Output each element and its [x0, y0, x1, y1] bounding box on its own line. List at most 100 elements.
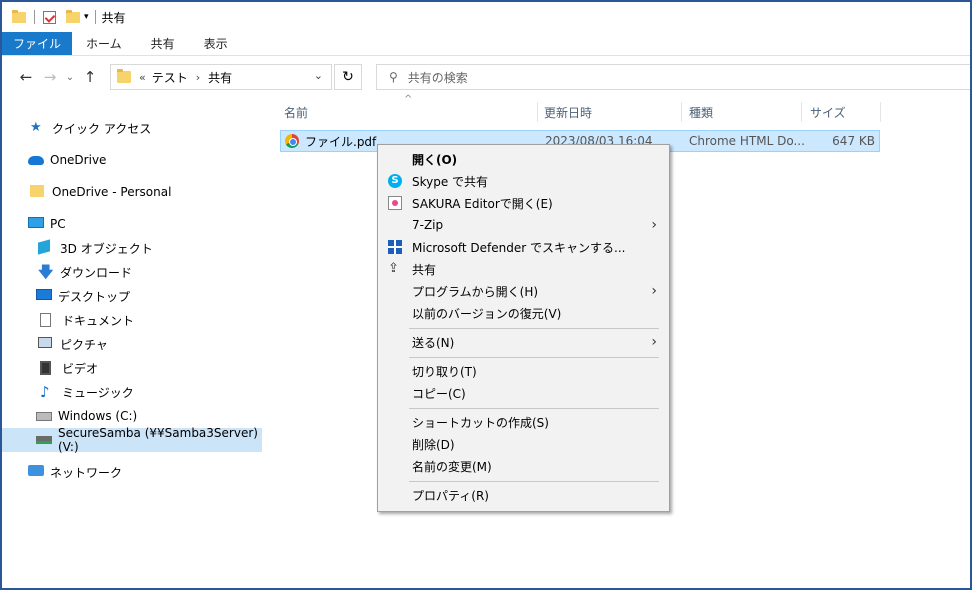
- menu-item-skype-share[interactable]: S Skype で共有: [378, 170, 669, 192]
- menu-item-label: 名前の変更(M): [412, 459, 492, 474]
- menu-item-rename[interactable]: 名前の変更(M): [378, 455, 669, 477]
- cloud-icon: [28, 156, 44, 165]
- properties-check-icon[interactable]: [43, 10, 56, 24]
- sidebar-item-downloads[interactable]: 🡇 ダウンロード: [2, 260, 262, 284]
- menu-item-label: 削除(D): [412, 437, 455, 452]
- ribbon-tabs: ファイル ホーム 共有 表示: [2, 32, 970, 56]
- video-icon: [40, 361, 51, 375]
- menu-item-label: 開く(O): [412, 152, 458, 167]
- menu-item-sakura-editor[interactable]: SAKURA Editorで開く(E): [378, 192, 669, 214]
- address-dropdown-icon[interactable]: ⌄: [314, 69, 323, 82]
- sidebar-item-3d-objects[interactable]: 3D オブジェクト: [2, 236, 262, 260]
- menu-item-label: プログラムから開く(H): [412, 284, 539, 299]
- tab-file[interactable]: ファイル: [2, 32, 73, 55]
- menu-item-7zip[interactable]: 7-Zip ›: [378, 214, 669, 236]
- tab-view[interactable]: 表示: [188, 32, 241, 55]
- breadcrumb-item-share[interactable]: 共有: [208, 69, 232, 86]
- menu-item-create-shortcut[interactable]: ショートカットの作成(S): [378, 411, 669, 433]
- submenu-arrow-icon: ›: [651, 283, 657, 299]
- quick-access-dropdown-icon[interactable]: ▾: [84, 12, 89, 22]
- menu-separator: [409, 328, 659, 329]
- explorer-window: ▾ 共有 ファイル ホーム 共有 表示 ← → ⌄ ↑ « テスト › 共有 ⌄…: [0, 0, 972, 590]
- tab-share[interactable]: 共有: [135, 32, 188, 55]
- menu-item-copy[interactable]: コピー(C): [378, 382, 669, 404]
- sidebar-item-pc[interactable]: PC: [2, 212, 262, 236]
- column-header-modified[interactable]: 更新日時: [532, 100, 676, 124]
- pc-icon: [28, 217, 44, 228]
- network-drive-icon: [36, 436, 52, 444]
- column-header-name[interactable]: 名前: [272, 100, 534, 124]
- column-header-type[interactable]: 種類: [677, 100, 797, 124]
- address-bar[interactable]: « テスト › 共有 ⌄: [110, 64, 332, 90]
- tab-home[interactable]: ホーム: [72, 32, 135, 55]
- folder-icon: [117, 69, 131, 83]
- file-type: Chrome HTML Do...: [689, 134, 805, 148]
- skype-icon: S: [388, 174, 402, 188]
- breadcrumb-item-test[interactable]: テスト: [152, 69, 188, 86]
- up-button[interactable]: ↑: [78, 68, 102, 86]
- menu-item-label: 以前のバージョンの復元(V): [412, 306, 562, 321]
- menu-separator: [409, 357, 659, 358]
- sidebar-item-label: ネットワーク: [50, 465, 123, 480]
- breadcrumb-overflow[interactable]: «: [139, 71, 146, 84]
- menu-item-label: 7-Zip: [412, 218, 444, 232]
- recent-locations-button[interactable]: ⌄: [62, 72, 78, 83]
- sidebar-item-label: PC: [50, 217, 66, 231]
- menu-item-label: 共有: [412, 262, 437, 277]
- sidebar-item-label: OneDrive: [50, 153, 107, 167]
- refresh-button[interactable]: ↻: [334, 64, 362, 90]
- sidebar-item-music[interactable]: ♪ ミュージック: [2, 380, 262, 404]
- forward-button[interactable]: →: [38, 68, 62, 86]
- menu-item-defender-scan[interactable]: Microsoft Defender でスキャンする...: [378, 236, 669, 258]
- sidebar-item-label: SecureSamba (¥¥Samba3Server) (V:): [58, 426, 258, 454]
- search-input[interactable]: 共有の検索: [408, 69, 468, 86]
- drive-icon: [36, 412, 52, 421]
- sidebar-item-label: OneDrive - Personal: [52, 185, 172, 199]
- menu-item-label: Microsoft Defender でスキャンする...: [412, 240, 626, 255]
- menu-item-share[interactable]: ⇪ 共有: [378, 258, 669, 280]
- sidebar-item-desktop[interactable]: デスクトップ: [2, 284, 262, 308]
- sidebar-item-label: ミュージック: [62, 385, 134, 400]
- sidebar-item-pictures[interactable]: ピクチャ: [2, 332, 262, 356]
- music-icon: ♪: [40, 383, 50, 401]
- column-header-size[interactable]: サイズ: [798, 100, 878, 124]
- sidebar-item-windows-c[interactable]: Windows (C:): [2, 404, 262, 428]
- sidebar-item-documents[interactable]: ドキュメント: [2, 308, 262, 332]
- menu-item-open[interactable]: 開く(O): [378, 148, 669, 170]
- menu-item-label: プロパティ(R): [412, 488, 489, 503]
- sidebar-item-network[interactable]: ネットワーク: [2, 460, 262, 484]
- column-separator[interactable]: [880, 102, 881, 122]
- sidebar-item-label: クイック アクセス: [52, 121, 152, 136]
- menu-item-restore-previous[interactable]: 以前のバージョンの復元(V): [378, 302, 669, 324]
- submenu-arrow-icon: ›: [651, 217, 657, 233]
- new-folder-icon[interactable]: [66, 9, 80, 23]
- 3d-objects-icon: [38, 239, 50, 255]
- star-icon: ★: [30, 120, 42, 135]
- menu-item-label: ショートカットの作成(S): [412, 415, 549, 430]
- search-box[interactable]: ⚲ 共有の検索: [376, 64, 970, 90]
- folder-icon: [12, 9, 26, 23]
- menu-item-send-to[interactable]: 送る(N) ›: [378, 331, 669, 353]
- menu-item-label: コピー(C): [412, 386, 466, 401]
- defender-icon: [388, 240, 402, 254]
- sidebar-item-quick-access[interactable]: ★ クイック アクセス: [2, 116, 262, 140]
- back-button[interactable]: ←: [14, 68, 38, 86]
- menu-item-label: SAKURA Editorで開く(E): [412, 196, 553, 211]
- menu-item-open-with[interactable]: プログラムから開く(H) ›: [378, 280, 669, 302]
- menu-item-label: 送る(N): [412, 335, 455, 350]
- menu-item-cut[interactable]: 切り取り(T): [378, 360, 669, 382]
- sidebar-item-securesamba[interactable]: SecureSamba (¥¥Samba3Server) (V:): [2, 426, 262, 454]
- sidebar-item-onedrive-personal[interactable]: OneDrive - Personal: [2, 180, 262, 204]
- sidebar-item-videos[interactable]: ビデオ: [2, 356, 262, 380]
- sidebar-item-onedrive[interactable]: OneDrive: [2, 148, 262, 172]
- share-icon: ⇪: [388, 261, 399, 276]
- breadcrumb-separator[interactable]: ›: [196, 71, 200, 84]
- menu-item-properties[interactable]: プロパティ(R): [378, 484, 669, 506]
- menu-item-delete[interactable]: 削除(D): [378, 433, 669, 455]
- navigation-pane: ★ クイック アクセス OneDrive OneDrive - Personal…: [2, 110, 264, 588]
- menu-separator: [409, 408, 659, 409]
- file-name: ファイル.pdf: [305, 134, 377, 149]
- navigation-bar: ← → ⌄ ↑ « テスト › 共有 ⌄ ↻ ⚲ 共有の検索: [2, 60, 970, 94]
- window-title: 共有: [101, 10, 126, 25]
- sidebar-item-label: ピクチャ: [60, 337, 108, 352]
